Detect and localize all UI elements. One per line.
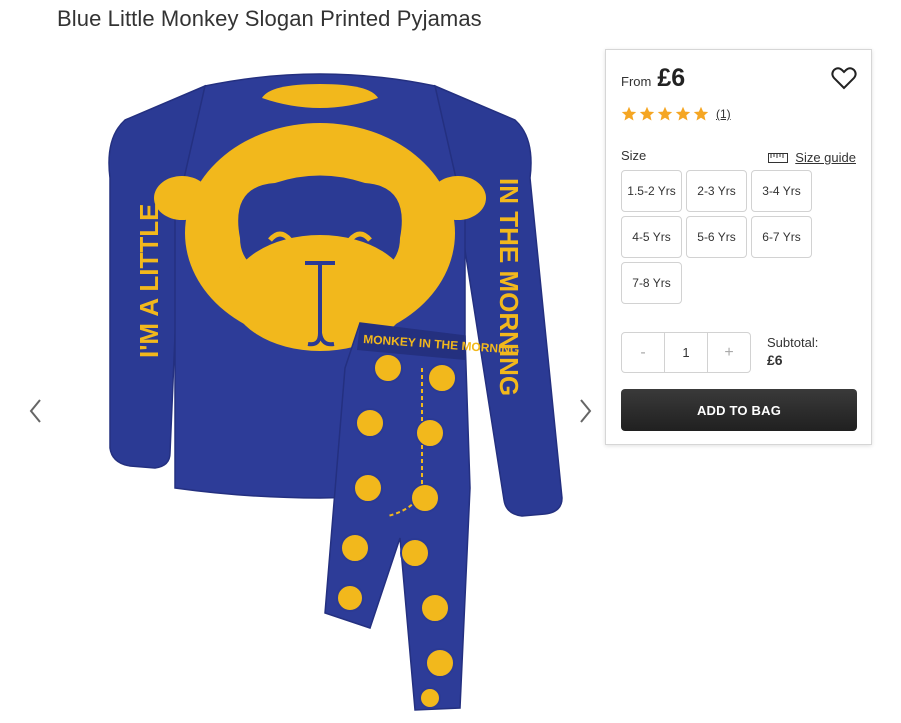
quantity-decrease-button[interactable]: - <box>622 333 664 372</box>
from-label: From <box>621 74 652 89</box>
size-guide-label: Size guide <box>795 150 856 165</box>
quantity-increase-button[interactable]: + <box>708 333 750 372</box>
sleeve-right-text: IN THE MORNING <box>494 178 524 396</box>
quantity-value[interactable]: 1 <box>664 333 708 372</box>
size-options: 1.5-2 Yrs 2-3 Yrs 3-4 Yrs 4-5 Yrs 5-6 Yr… <box>621 170 821 304</box>
ruler-icon <box>768 152 789 163</box>
gallery-next-button[interactable] <box>575 396 595 426</box>
size-option[interactable]: 6-7 Yrs <box>751 216 812 258</box>
star-icon <box>693 106 709 121</box>
star-icon <box>675 106 691 121</box>
star-icon <box>639 106 655 121</box>
size-option[interactable]: 2-3 Yrs <box>686 170 747 212</box>
price: £6 <box>657 64 686 92</box>
product-title: Blue Little Monkey Slogan Printed Pyjama… <box>57 6 482 31</box>
size-option[interactable]: 4-5 Yrs <box>621 216 682 258</box>
sleeve-left-text: I'M A LITTLE <box>134 204 164 358</box>
size-guide-link[interactable]: Size guide <box>768 150 856 165</box>
chevron-left-icon <box>29 399 41 423</box>
star-icon <box>621 106 637 121</box>
subtotal-value: £6 <box>767 352 783 368</box>
star-rating: (1) <box>621 106 731 122</box>
size-option[interactable]: 3-4 Yrs <box>751 170 812 212</box>
price-row: From £6 <box>621 64 685 93</box>
size-option[interactable]: 7-8 Yrs <box>621 262 682 304</box>
quantity-stepper: - 1 + <box>621 332 751 373</box>
size-option[interactable]: 1.5-2 Yrs <box>621 170 682 212</box>
size-option[interactable]: 5-6 Yrs <box>686 216 747 258</box>
product-image[interactable]: I'M A LITTLE IN THE MORNING MONKEY IN TH… <box>70 68 570 718</box>
review-count-link[interactable]: (1) <box>716 107 731 121</box>
subtotal: Subtotal: £6 <box>767 335 818 368</box>
chevron-right-icon <box>580 399 592 423</box>
subtotal-label: Subtotal: <box>767 335 819 350</box>
heart-icon[interactable] <box>831 66 857 90</box>
gallery-prev-button[interactable] <box>26 396 46 426</box>
add-to-bag-button[interactable]: ADD TO BAG <box>621 389 857 431</box>
size-label: Size <box>621 148 647 163</box>
product-gallery: I'M A LITTLE IN THE MORNING MONKEY IN TH… <box>0 60 600 723</box>
star-icon <box>657 106 673 121</box>
purchase-panel: From £6 (1) Size Size guide 1.5-2 Yrs 2-… <box>605 49 872 445</box>
